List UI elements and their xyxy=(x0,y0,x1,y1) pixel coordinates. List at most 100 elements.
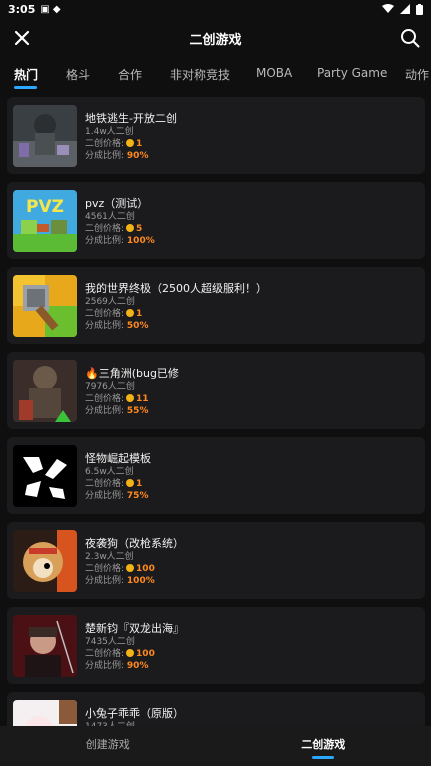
tab-party-game[interactable]: Party Game xyxy=(317,66,387,80)
thumb-pvz-text: PVZ xyxy=(26,197,64,217)
share-label: 分成比例: xyxy=(85,406,125,416)
share-row: 分成比例: 100% xyxy=(85,575,184,587)
price-row: 二创价格: 1 xyxy=(85,138,177,150)
bottom-nav: 创建游戏 二创游戏 xyxy=(0,726,431,766)
share-value: 100% xyxy=(126,576,155,586)
game-name: 夜袭狗（改枪系统） xyxy=(85,537,184,550)
price-row: 二创价格: 100 xyxy=(85,648,184,660)
tab-action[interactable]: 动作 xyxy=(405,66,429,83)
close-icon[interactable] xyxy=(12,28,32,48)
game-card[interactable]: 怪物崛起模板 6.5w人二创 二创价格: 1 分成比例: 75% xyxy=(7,437,425,514)
coin-icon xyxy=(126,139,135,147)
player-count: 2569人二创 xyxy=(85,297,135,307)
share-row: 分成比例: 75% xyxy=(85,490,151,502)
coin-icon xyxy=(126,479,135,487)
game-thumbnail xyxy=(13,105,77,167)
game-card[interactable]: 🔥三角洲(bug已修 7976人二创 二创价格: 11 分成比例: 55% xyxy=(7,352,425,429)
price-value: 100 xyxy=(136,564,155,574)
top-bar: 二创游戏 xyxy=(0,20,431,56)
share-row: 分成比例: 100% xyxy=(85,235,155,247)
price-row: 二创价格: 1 xyxy=(85,478,151,490)
game-thumbnail xyxy=(13,530,77,592)
game-name: 怪物崛起模板 xyxy=(85,452,151,465)
game-card[interactable]: 我的世界终极（2500人超级服利！） 2569人二创 二创价格: 1 分成比例: … xyxy=(7,267,425,344)
price-value: 1 xyxy=(136,139,143,149)
price-label: 二创价格: xyxy=(85,139,125,149)
game-info: 怪物崛起模板 6.5w人二创 二创价格: 1 分成比例: 75% xyxy=(85,453,151,502)
tab-asymmetric[interactable]: 非对称竞技 xyxy=(170,66,230,83)
share-row: 分成比例: 50% xyxy=(85,320,267,332)
signal-icon xyxy=(400,4,410,14)
status-bar: 3:05 ▣ ◆ xyxy=(0,0,431,18)
game-thumbnail xyxy=(13,275,77,337)
price-value: 1 xyxy=(136,479,143,489)
price-label: 二创价格: xyxy=(85,564,125,574)
game-name: 🔥三角洲(bug已修 xyxy=(85,367,179,380)
search-icon[interactable] xyxy=(399,27,421,49)
share-value: 90% xyxy=(126,661,149,671)
coin-icon xyxy=(126,394,135,402)
share-label: 分成比例: xyxy=(85,576,125,586)
category-tabs: 热门 格斗 合作 非对称竞技 MOBA Party Game 动作 xyxy=(0,62,431,92)
game-card[interactable]: 楚新钧『双龙出海』 7435人二创 二创价格: 100 分成比例: 90% xyxy=(7,607,425,684)
price-value: 100 xyxy=(136,649,155,659)
game-thumbnail xyxy=(13,445,77,507)
share-value: 50% xyxy=(126,321,149,331)
status-time: 3:05 xyxy=(8,2,36,16)
game-card[interactable]: 夜袭狗（改枪系统） 2.3w人二创 二创价格: 100 分成比例: 100% xyxy=(7,522,425,599)
coin-icon xyxy=(126,309,135,317)
price-row: 二创价格: 1 xyxy=(85,308,267,320)
tab-create-game[interactable]: 创建游戏 xyxy=(0,726,216,766)
game-thumbnail: PVZ xyxy=(13,190,77,252)
price-row: 二创价格: 5 xyxy=(85,223,155,235)
share-row: 分成比例: 55% xyxy=(85,405,179,417)
share-value: 90% xyxy=(126,151,149,161)
share-value: 75% xyxy=(126,491,149,501)
player-count: 6.5w人二创 xyxy=(85,467,134,477)
game-card[interactable]: 地铁逃生-开放二创 1.4w人二创 二创价格: 1 分成比例: 90% xyxy=(7,97,425,174)
price-value: 11 xyxy=(136,394,149,404)
tab-derivative-games-label: 二创游戏 xyxy=(301,738,346,751)
share-value: 100% xyxy=(126,236,155,246)
game-name: pvz（测试） xyxy=(85,197,149,210)
tab-hot[interactable]: 热门 xyxy=(14,66,38,83)
price-value: 5 xyxy=(136,224,143,234)
price-label: 二创价格: xyxy=(85,394,125,404)
coin-icon xyxy=(126,649,135,657)
player-count: 4561人二创 xyxy=(85,212,135,222)
game-name: 地铁逃生-开放二创 xyxy=(85,112,177,125)
tab-create-game-label: 创建游戏 xyxy=(85,738,130,751)
price-label: 二创价格: xyxy=(85,479,125,489)
game-thumbnail xyxy=(13,615,77,677)
player-count: 1.4w人二创 xyxy=(85,127,134,137)
game-card[interactable]: PVZ pvz（测试） 4561人二创 二创价格: 5 分成比例: 100% xyxy=(7,182,425,259)
game-info: 🔥三角洲(bug已修 7976人二创 二创价格: 11 分成比例: 55% xyxy=(85,368,179,417)
tab-fighting[interactable]: 格斗 xyxy=(66,66,90,83)
tab-moba[interactable]: MOBA xyxy=(256,66,292,80)
price-row: 二创价格: 100 xyxy=(85,563,184,575)
bottom-tab-indicator xyxy=(312,756,335,759)
tab-coop[interactable]: 合作 xyxy=(118,66,142,83)
game-info: 夜袭狗（改枪系统） 2.3w人二创 二创价格: 100 分成比例: 100% xyxy=(85,538,184,587)
cat-icon: ◆ xyxy=(52,3,61,15)
share-label: 分成比例: xyxy=(85,321,125,331)
price-label: 二创价格: xyxy=(85,224,125,234)
price-label: 二创价格: xyxy=(85,649,125,659)
share-label: 分成比例: xyxy=(85,661,125,671)
sim-icon: ▣ xyxy=(40,3,50,15)
player-count: 7976人二创 xyxy=(85,382,135,392)
game-info: 地铁逃生-开放二创 1.4w人二创 二创价格: 1 分成比例: 90% xyxy=(85,113,177,162)
game-name: 我的世界终极（2500人超级服利！） xyxy=(85,282,267,295)
game-name: 楚新钧『双龙出海』 xyxy=(85,622,184,635)
battery-icon xyxy=(416,3,423,15)
game-name: 小兔子乖乖（原版） xyxy=(85,707,184,720)
game-info: 我的世界终极（2500人超级服利！） 2569人二创 二创价格: 1 分成比例: … xyxy=(85,283,267,332)
wifi-icon xyxy=(382,4,394,13)
share-label: 分成比例: xyxy=(85,491,125,501)
share-value: 55% xyxy=(126,406,149,416)
page-title: 二创游戏 xyxy=(189,32,242,48)
tab-derivative-games[interactable]: 二创游戏 xyxy=(216,726,431,766)
player-count: 7435人二创 xyxy=(85,637,135,647)
tab-active-indicator xyxy=(14,86,37,89)
share-label: 分成比例: xyxy=(85,236,125,246)
